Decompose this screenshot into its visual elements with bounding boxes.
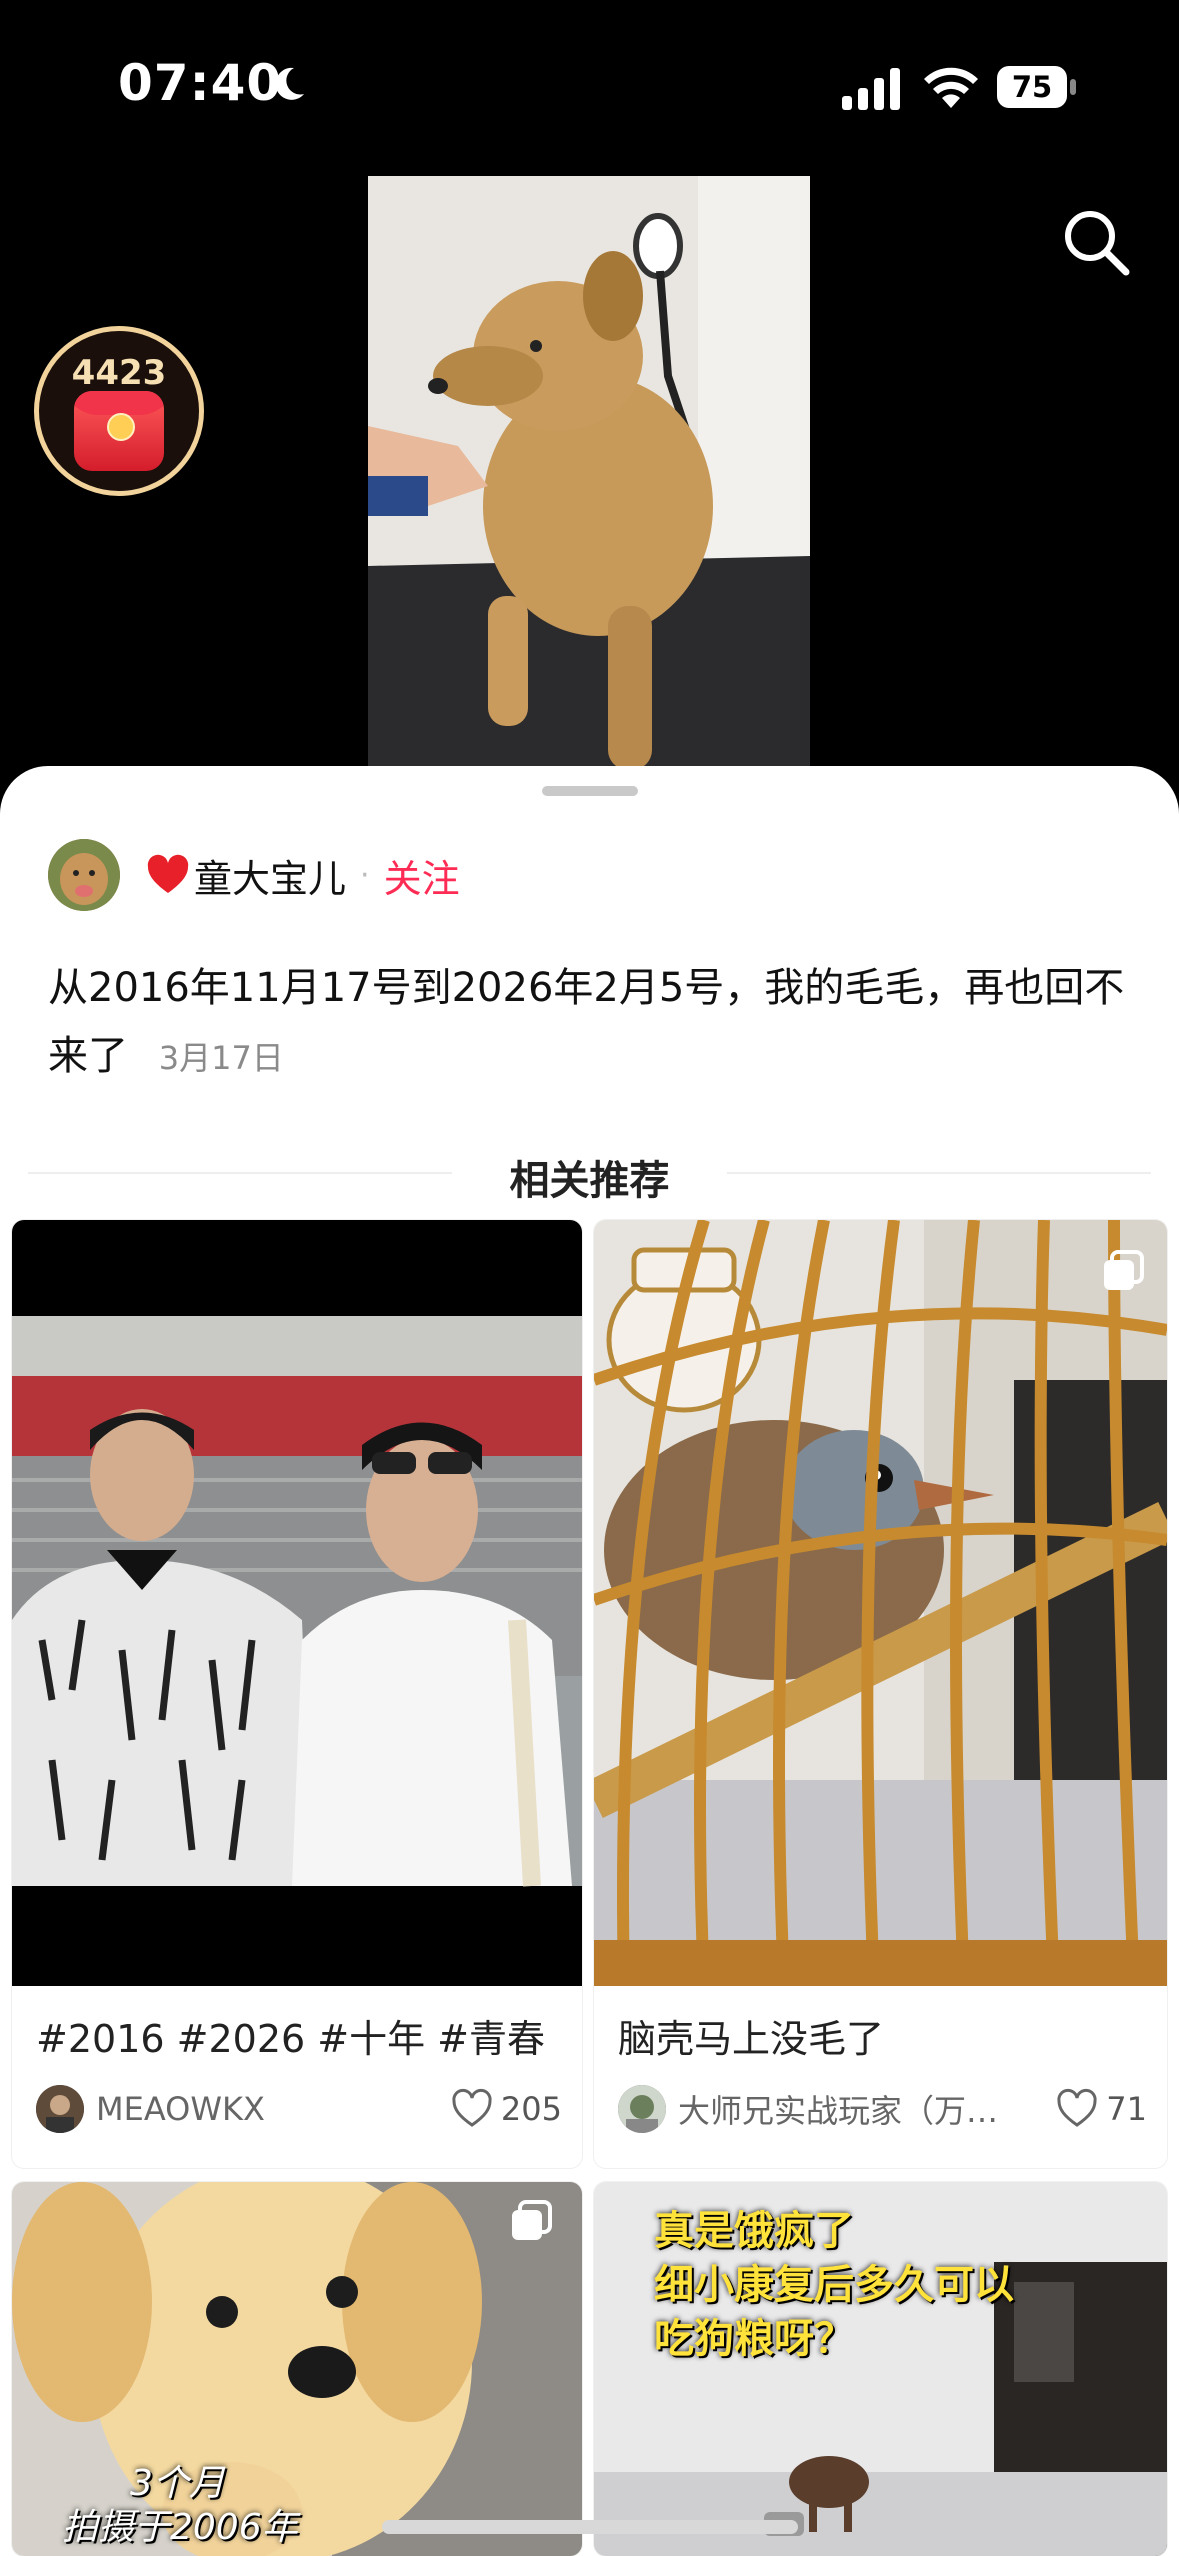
battery-level: 75 xyxy=(997,66,1067,108)
card-thumbnail: 3个月 拍摄于2006年 xyxy=(12,2182,582,2556)
card-meta: MEAOWKX 205 xyxy=(36,2084,562,2134)
home-indicator[interactable] xyxy=(382,2520,798,2534)
author-row: 童大宝儿 · 关注 xyxy=(48,838,460,912)
post-date: 3月17日 xyxy=(158,1039,284,1077)
follow-button[interactable]: 关注 xyxy=(384,848,460,903)
author-avatar[interactable] xyxy=(48,839,120,911)
red-envelope-icon xyxy=(74,391,164,471)
author-name[interactable]: 童大宝儿 xyxy=(194,848,346,903)
card-overlay-text-2: 细小康复后多久可以 xyxy=(654,2262,1014,2308)
like-heart-icon[interactable] xyxy=(1056,2088,1098,2130)
status-bar: 07:40 75 xyxy=(0,0,1179,170)
heart-emoji-icon xyxy=(147,854,189,893)
card-overlay-text-3: 吃狗粮呀？ xyxy=(654,2316,854,2362)
post-description: 从2016年11月17号到2026年2月5号，我的毛毛，再也回不来了 3月17日 xyxy=(48,954,1138,1092)
related-card[interactable]: 3个月 拍摄于2006年 xyxy=(12,2182,582,2556)
card-thumbnail xyxy=(594,1220,1167,1986)
battery-icon: 75 xyxy=(997,66,1077,108)
signal-icon xyxy=(842,68,900,110)
like-heart-icon[interactable] xyxy=(451,2088,493,2130)
card-author-name[interactable]: MEAOWKX xyxy=(96,2090,451,2128)
red-packet-count: 4423 xyxy=(71,353,167,393)
search-icon[interactable] xyxy=(1058,204,1132,278)
card-author-name[interactable]: 大师兄实战玩家（万… xyxy=(678,2086,1056,2132)
card-like-count: 205 xyxy=(500,2090,562,2128)
card-meta: 大师兄实战玩家（万… 71 xyxy=(618,2084,1147,2134)
wifi-icon xyxy=(924,67,978,108)
sheet-drag-handle[interactable] xyxy=(542,786,638,796)
related-section-header: 相关推荐 xyxy=(0,1142,1179,1204)
card-overlay-text-2: 拍摄于2006年 xyxy=(62,2507,298,2548)
card-overlay-text-1: 真是饿疯了 xyxy=(654,2208,854,2254)
video-frame-dog xyxy=(368,176,810,770)
card-thumbnail xyxy=(12,1220,582,1986)
video-player[interactable] xyxy=(368,176,810,770)
related-card[interactable]: 真是饿疯了 细小康复后多久可以 吃狗粮呀？ xyxy=(594,2182,1167,2556)
moon-icon xyxy=(275,67,304,100)
card-thumbnail: 真是饿疯了 细小康复后多久可以 吃狗粮呀？ xyxy=(594,2182,1167,2556)
card-author-avatar xyxy=(618,2085,666,2133)
card-author-avatar xyxy=(36,2085,84,2133)
status-time: 07:40 xyxy=(118,54,283,112)
multi-image-icon xyxy=(512,2200,552,2240)
multi-image-icon xyxy=(1104,1250,1144,1290)
related-title: 相关推荐 xyxy=(509,1158,670,1204)
separator-dot: · xyxy=(360,857,370,893)
red-packet-widget[interactable]: 4423 xyxy=(34,326,204,496)
related-card[interactable]: 脑壳马上没毛了 大师兄实战玩家（万… 71 xyxy=(594,1220,1167,2168)
related-card[interactable]: #2016 #2026 #十年 #青春 MEAOWKX 205 xyxy=(12,1220,582,2168)
card-title: 脑壳马上没毛了 xyxy=(618,2017,885,2061)
card-like-count: 71 xyxy=(1106,2090,1147,2128)
card-title: #2016 #2026 #十年 #青春 xyxy=(36,2017,546,2061)
